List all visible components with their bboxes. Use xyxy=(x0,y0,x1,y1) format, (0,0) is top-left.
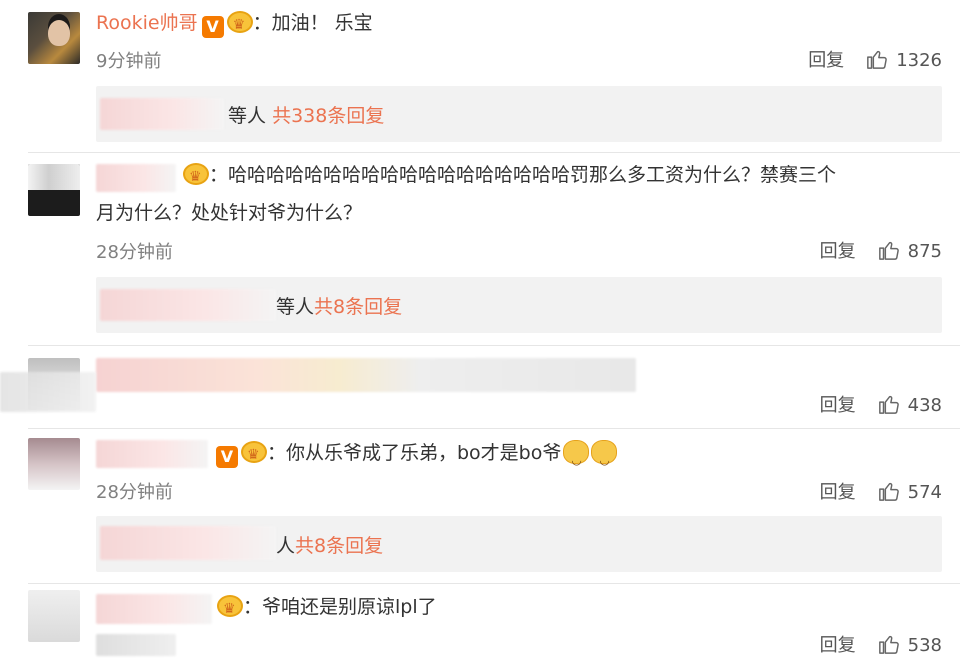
avatar[interactable] xyxy=(28,438,80,490)
comment-actions: 回复 875 xyxy=(820,237,942,263)
blurred-avatars xyxy=(100,98,224,130)
comment-text: ：你从乐爷成了乐弟，bo才是bo爷 xyxy=(267,442,562,464)
doge-emoji-icon xyxy=(563,440,590,475)
thumb-up-icon xyxy=(878,635,899,654)
replies-link[interactable]: 共8条回复 xyxy=(314,296,402,318)
like-count: 574 xyxy=(907,481,942,503)
like-count: 875 xyxy=(907,240,942,262)
thumb-up-icon xyxy=(878,482,899,501)
like-button[interactable]: 574 xyxy=(878,480,942,503)
doge-emoji-icon xyxy=(591,440,618,475)
comment-text-line: Rookie帅哥V ：加油！ 乐宝 xyxy=(96,8,373,40)
replies-link[interactable]: 共8条回复 xyxy=(295,535,383,557)
comment-actions: 回复 538 xyxy=(820,631,942,657)
crown-badge-icon xyxy=(241,440,267,470)
divider xyxy=(28,152,960,153)
timestamp: 28分钟前 xyxy=(96,482,173,503)
blurred-timestamp xyxy=(96,634,176,656)
verified-v-icon: V xyxy=(201,16,224,38)
blurred-content xyxy=(0,372,96,412)
replies-text: 等人 共338条回复 xyxy=(228,105,385,127)
divider xyxy=(28,345,960,346)
replies-summary[interactable]: 等人 共338条回复 xyxy=(96,86,942,142)
reply-button[interactable]: 回复 xyxy=(808,46,844,72)
comment-actions: 回复 1326 xyxy=(808,46,942,72)
thumb-up-icon xyxy=(878,395,899,414)
like-count: 1326 xyxy=(896,49,942,71)
like-count: 438 xyxy=(907,394,942,416)
crown-badge-icon xyxy=(226,10,253,40)
replies-link[interactable]: 共338条回复 xyxy=(272,105,384,127)
crown-badge-icon xyxy=(217,594,243,624)
replies-summary[interactable]: 等人共8条回复 xyxy=(96,277,942,333)
replies-text: 人共8条回复 xyxy=(276,535,384,557)
like-count: 538 xyxy=(907,634,942,656)
blurred-username xyxy=(96,440,208,468)
like-button[interactable]: 1326 xyxy=(866,48,942,71)
like-button[interactable]: 875 xyxy=(878,239,942,262)
comment-text-line: V ：你从乐爷成了乐弟，bo才是bo爷 xyxy=(212,438,618,475)
avatar[interactable] xyxy=(28,590,80,642)
blurred-username xyxy=(96,594,212,624)
username[interactable]: Rookie帅哥 xyxy=(96,12,198,34)
blurred-avatars xyxy=(100,526,276,560)
avatar[interactable] xyxy=(28,164,80,216)
like-button[interactable]: 538 xyxy=(878,633,942,656)
comment-text: ：爷咱还是别原谅lpl了 xyxy=(243,596,437,618)
replies-summary[interactable]: 人共8条回复 xyxy=(96,516,942,572)
crown-badge-icon xyxy=(183,162,209,192)
replies-text: 等人共8条回复 xyxy=(276,296,403,318)
timestamp: 9分钟前 xyxy=(96,51,162,72)
comment-actions: 回复 574 xyxy=(820,478,942,504)
comment-text-line: ：爷咱还是别原谅lpl了 xyxy=(214,592,437,624)
thumb-up-icon xyxy=(878,241,899,260)
comment-text: 月为什么？处处针对爷为什么？ xyxy=(96,202,363,224)
comment-actions: 回复 438 xyxy=(820,391,942,417)
comment-text-line: 月为什么？处处针对爷为什么？ xyxy=(96,198,362,228)
reply-button[interactable]: 回复 xyxy=(820,478,856,504)
verified-v-icon: V xyxy=(216,446,238,468)
comment-text-line: ：哈哈哈哈哈哈哈哈哈哈哈哈哈哈哈哈哈哈罚那么多工资为什么？禁赛三个 xyxy=(180,160,837,192)
reply-button[interactable]: 回复 xyxy=(820,237,856,263)
reply-button[interactable]: 回复 xyxy=(820,631,856,657)
blurred-avatars xyxy=(100,289,276,321)
comment-text: ：加油！ 乐宝 xyxy=(252,12,373,34)
reply-button[interactable]: 回复 xyxy=(820,391,856,417)
like-button[interactable]: 438 xyxy=(878,393,942,416)
timestamp: 28分钟前 xyxy=(96,242,173,263)
blurred-content xyxy=(96,358,636,392)
thumb-up-icon xyxy=(867,50,888,69)
blurred-username xyxy=(96,164,176,192)
divider xyxy=(28,583,960,584)
divider xyxy=(28,428,960,429)
comment-text: ：哈哈哈哈哈哈哈哈哈哈哈哈哈哈哈哈哈哈罚那么多工资为什么？禁赛三个 xyxy=(209,164,837,186)
avatar[interactable] xyxy=(28,12,80,64)
